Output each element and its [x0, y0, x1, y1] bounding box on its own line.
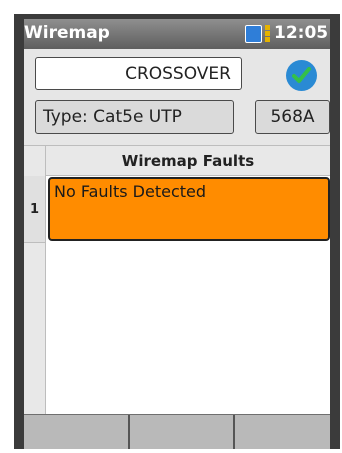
cable-type-value: Type: Cat5e UTP: [43, 107, 182, 127]
checkmark-icon: [286, 60, 317, 91]
row-index: 1: [24, 176, 45, 243]
wiremap-mode-field: CROSSOVER: [35, 57, 242, 90]
screen: Wiremap 12:05 CROSSOVER Type: Cat5e UTP …: [24, 19, 330, 449]
table-row[interactable]: No Faults Detected: [48, 177, 330, 241]
softkey-1[interactable]: [24, 415, 130, 449]
status-bar: Wiremap 12:05: [24, 19, 330, 49]
tester-device: Wiremap 12:05 CROSSOVER Type: Cat5e UTP …: [14, 14, 340, 449]
wiremap-faults-table: Wiremap Faults 1 No Faults Detected: [24, 145, 330, 414]
battery-icon: [245, 25, 262, 43]
table-header: Wiremap Faults: [46, 146, 330, 176]
screen-title: Wiremap: [24, 23, 110, 43]
battery-charge-indicator: [265, 25, 270, 43]
wiring-standard-field[interactable]: 568A: [255, 100, 330, 134]
wiring-standard-value: 568A: [270, 107, 315, 127]
fault-text: No Faults Detected: [54, 182, 207, 201]
softkey-2[interactable]: [130, 415, 235, 449]
wiremap-mode-value: CROSSOVER: [125, 63, 231, 84]
cable-type-field[interactable]: Type: Cat5e UTP: [35, 100, 234, 134]
clock: 12:05: [274, 23, 329, 43]
softkey-3[interactable]: [235, 415, 330, 449]
softkey-bar: [24, 414, 330, 449]
